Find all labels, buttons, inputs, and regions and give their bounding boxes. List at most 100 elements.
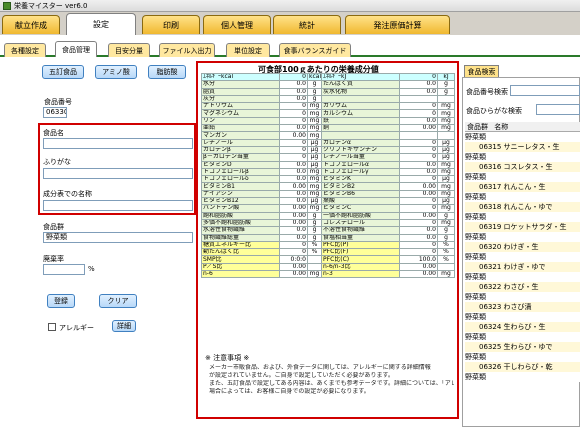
nutrient-unit: g [437,226,455,235]
subtab-unit[interactable]: 単位設定 [226,43,270,57]
nutrient-value: 0.0 [279,226,308,235]
btn-fatty-acid[interactable]: 脂肪酸 [148,65,186,79]
btn-amino[interactable]: アミノ酸 [95,65,137,79]
nutrient-value: 0.0 [279,87,308,96]
nutrient-unit: kcal [307,72,322,82]
list-group-row[interactable]: 野菜類 [465,212,580,222]
nutrient-value: 0.0 [279,197,308,206]
list-group-row[interactable]: 野菜類 [465,252,580,262]
nutrient-value: 0 [399,153,438,162]
list-item[interactable]: 06321 わけぎ・ゆで [465,262,580,272]
clear-button[interactable]: クリア [99,294,137,308]
nutrient-row: ナイアシン 0.0 mg ビタミンB6 0.00 mg [201,189,455,199]
list-group-row[interactable]: 野菜類 [465,332,580,342]
kana-search-field[interactable] [536,104,580,115]
nutrient-name: PFC比(C) [321,255,400,264]
tab-print[interactable]: 印刷 [142,15,200,34]
nutrient-name: 炭水化物 [321,87,400,96]
nutrient-unit: mg [307,182,322,191]
list-group-row[interactable]: 野菜類 [465,272,580,282]
nutrient-value: 0 [279,72,308,82]
nutrient-unit: mg [307,102,322,111]
nutrient-value: 0.00 [279,211,308,220]
nutrient-row: レチノール 0 μg カロテンα 0 μg [201,138,455,147]
nutrient-unit: mg [437,218,455,228]
list-group-row[interactable]: 野菜類 [465,352,580,362]
nutrient-unit [437,94,455,104]
nutrient-value: 0 [279,116,308,126]
food-group-field[interactable]: 野菜類 [43,232,193,243]
list-item[interactable]: 06324 生わらび・生 [465,322,580,332]
nutrient-value: 0 [279,153,308,162]
nutrient-unit: mg [437,189,455,199]
nutrient-name: クリプトキサンチン [321,145,400,155]
nutrient-value: 0.0 [279,80,308,89]
nutrient-name: ビタミンB12 [201,197,280,206]
list-group-row[interactable]: 野菜類 [465,172,580,182]
nutrient-name: トコフェロールδ [201,175,280,184]
nutrient-name: 水溶性食物繊維 [201,226,280,235]
list-item[interactable]: 06317 れんこん・生 [465,182,580,192]
register-button[interactable]: 登録 [47,294,75,308]
nutrient-name: 食物繊維総量 [201,233,280,242]
furigana-field[interactable] [43,168,193,179]
subtab-balance-guide[interactable]: 食事バランスガイド [279,43,351,57]
food-list[interactable]: 野菜類 06315 サニーレタス・生 野菜類 06316 コスレタス・生 野菜類 0631… [465,132,580,427]
list-item[interactable]: 06316 コスレタス・生 [465,162,580,172]
nutrient-unit: μg [437,153,455,162]
no-search-field[interactable] [510,85,580,96]
nutrient-unit: mg [307,131,322,140]
list-item[interactable]: 06319 ロケットサラダ・生 [465,222,580,232]
nutrient-value: 0 [399,102,438,111]
subtab-food-manage[interactable]: 食品管理 [55,41,97,57]
main-tab-bar: 献立作成 設定 印刷 個人管理 統計 発注原価計算 [0,13,580,35]
nutrient-unit: μg [437,145,455,155]
nutrient-name: コレステロール [321,218,400,228]
btn-gotei[interactable]: 五訂食品 [42,65,84,79]
list-item[interactable]: 06318 れんこん・ゆで [465,202,580,212]
list-item[interactable]: 06323 わさび漬 [465,302,580,312]
subtab-portion[interactable]: 目安分量 [108,43,150,57]
list-group-row[interactable]: 野菜類 [465,132,580,142]
list-group-row[interactable]: 野菜類 [465,152,580,162]
header-name: 名称 [494,123,509,131]
list-group-row[interactable]: 野菜類 [465,372,580,382]
list-item[interactable]: 06315 サニーレタス・生 [465,142,580,152]
food-no-field[interactable]: 06330 [43,107,67,118]
list-item[interactable]: 06326 干しわらび・乾 [465,362,580,372]
list-group-row[interactable]: 野菜類 [465,292,580,302]
nutrient-value: 0 [399,72,438,82]
tab-settings[interactable]: 設定 [66,13,136,35]
tab-stats[interactable]: 統計 [273,15,341,34]
nutrient-name: ビタミンC [321,204,400,213]
nutrient-row: 灰分 0.0 g [201,94,455,104]
tab-personal[interactable]: 個人管理 [203,15,271,34]
list-item[interactable]: 06322 わさび・生 [465,282,580,292]
allergy-checkbox[interactable] [48,323,56,331]
nutrient-unit: mg [307,124,322,133]
list-item[interactable]: 06325 生わらび・ゆで [465,342,580,352]
nutrient-unit: mg [307,116,322,126]
nutrient-unit: g [437,80,455,89]
list-group-row[interactable]: 野菜類 [465,312,580,322]
nutrient-row: 動たんぱく比 0% PFC比(F) 0% [201,248,455,257]
nutrient-name: 飽和脂肪酸 [201,211,280,220]
nutrient-name: 食塩相当量 [321,233,400,242]
nutrient-unit: μg [437,138,455,147]
tab-menu-create[interactable]: 献立作成 [2,15,60,34]
tab-order-cost[interactable]: 発注原価計算 [345,15,450,34]
subtab-file-io[interactable]: ファイル入出力 [159,43,215,57]
note-title: ※ 注意事項 ※ [205,354,250,362]
list-group-row[interactable]: 野菜類 [465,192,580,202]
detail-button[interactable]: 詳細 [112,320,136,332]
nutrient-unit: μg [307,145,322,155]
nutrient-unit: g [437,87,455,96]
list-group-row[interactable]: 野菜類 [465,232,580,242]
table-name-field[interactable] [43,200,193,211]
tab-food-search[interactable]: 食品検索 [464,65,499,77]
subtab-general[interactable]: 各種設定 [4,43,46,57]
nutrient-name: 葉酸 [321,197,400,206]
list-item[interactable]: 06320 わけぎ・生 [465,242,580,252]
food-name-field[interactable] [43,138,193,149]
waste-field[interactable] [43,264,85,275]
